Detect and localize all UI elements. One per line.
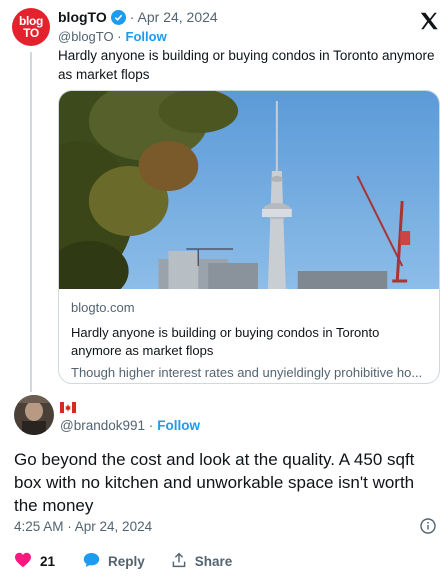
user-avatar[interactable]: [14, 395, 54, 435]
tweet-handle-row: @brandok991 · Follow: [60, 418, 200, 433]
reply-label: Reply: [108, 554, 145, 569]
tweet-handle[interactable]: @brandok991 ·: [60, 418, 153, 433]
card-title: Hardly anyone is building or buying cond…: [71, 325, 380, 358]
quoted-follow-button[interactable]: Follow: [126, 29, 167, 44]
card-domain: blogto.com: [71, 300, 135, 315]
card-image: [59, 91, 439, 289]
x-logo-icon[interactable]: [418, 10, 440, 32]
quoted-handle-row: @blogTO · Follow: [58, 29, 167, 44]
quoted-date[interactable]: · Apr 24, 2024: [130, 9, 218, 25]
tweet-text: Go beyond the cost and look at the quali…: [14, 450, 415, 515]
tweet-timestamp[interactable]: 4:25 AM · Apr 24, 2024: [14, 519, 152, 534]
thread-line: [30, 52, 32, 392]
reply-icon: [83, 552, 100, 571]
info-icon[interactable]: [420, 518, 436, 534]
canada-flag-icon: [60, 400, 76, 413]
like-count: 21: [40, 554, 56, 569]
share-icon: [171, 552, 187, 571]
quoted-author-row: blogTO · Apr 24, 2024: [58, 9, 218, 25]
tweet-follow-button[interactable]: Follow: [157, 418, 200, 433]
verified-badge-icon: [110, 9, 126, 25]
like-button[interactable]: 21: [14, 552, 55, 571]
quoted-tweet-text: Hardly anyone is building or buying cond…: [58, 48, 435, 82]
action-bar: 21 Reply Share: [14, 552, 232, 571]
share-label: Share: [194, 554, 233, 569]
heart-icon: [14, 552, 32, 571]
quoted-handle[interactable]: @blogTO ·: [58, 29, 122, 44]
card-description: Though higher interest rates and unyield…: [71, 365, 423, 380]
share-button[interactable]: Share: [171, 552, 233, 571]
quoted-author-name[interactable]: blogTO: [58, 9, 107, 25]
avatar-text-line2: TO: [23, 26, 39, 40]
link-card[interactable]: blogto.com Hardly anyone is building or …: [58, 90, 440, 384]
blogto-avatar[interactable]: blog TO: [12, 8, 50, 46]
reply-button[interactable]: Reply: [83, 552, 145, 571]
